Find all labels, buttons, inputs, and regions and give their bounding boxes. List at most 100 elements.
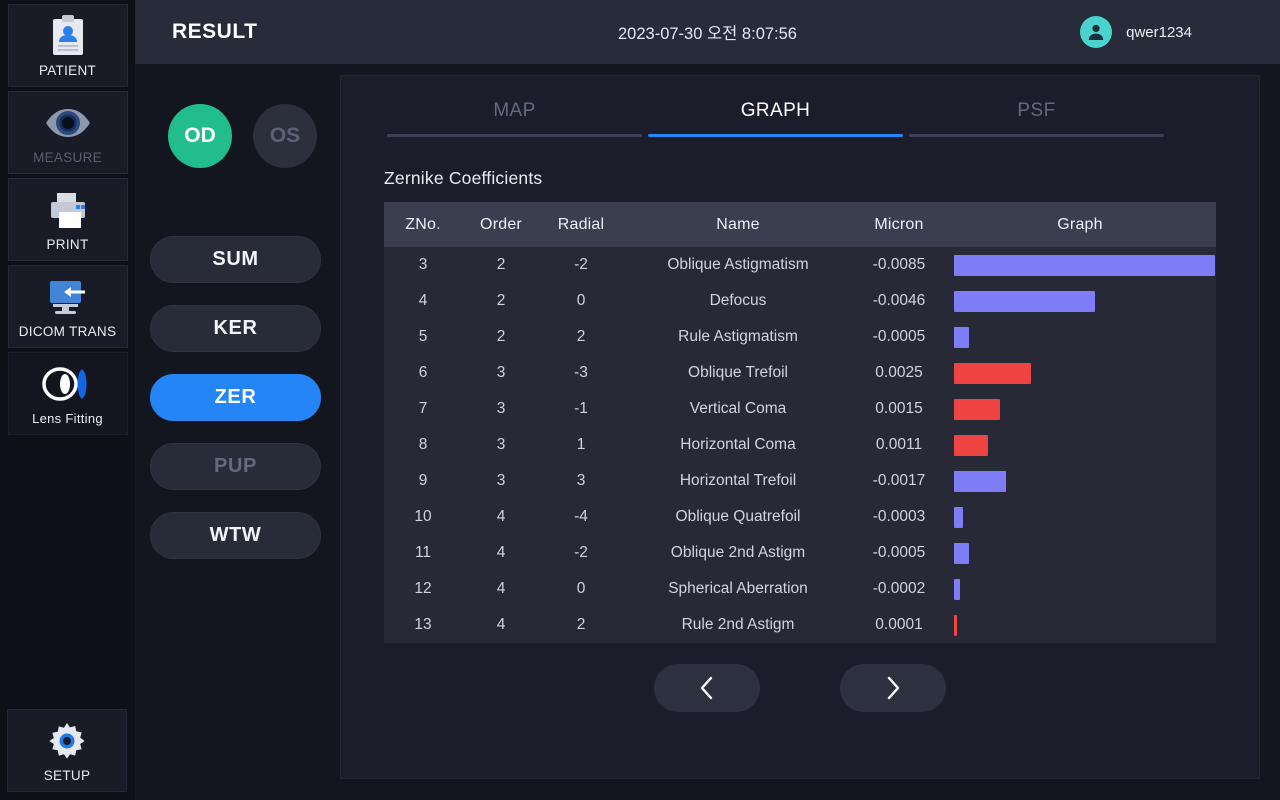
cell-micron: -0.0046	[854, 283, 944, 319]
table-row[interactable]: 8 3 1 Horizontal Coma 0.0011	[384, 427, 1216, 463]
tab-underline	[909, 134, 1164, 137]
cell-radial: 0	[540, 571, 622, 607]
sidebar-item-label: Lens Fitting	[32, 411, 103, 426]
eye-label-os: OS	[269, 124, 301, 147]
sidebar-item-dicom-trans[interactable]: DICOM TRANS	[7, 265, 128, 348]
cell-name: Horizontal Trefoil	[622, 463, 854, 499]
cell-zno: 9	[384, 463, 462, 499]
table-row[interactable]: 5 2 2 Rule Astigmatism -0.0005	[384, 319, 1216, 355]
cell-micron: -0.0005	[854, 319, 944, 355]
avatar	[1080, 16, 1113, 48]
mode-button-wtw[interactable]: WTW	[150, 512, 321, 559]
cell-zno: 7	[384, 391, 462, 427]
sidebar-item-patient[interactable]: PATIENT	[7, 4, 128, 87]
cell-radial: -2	[540, 247, 622, 283]
cell-order: 2	[462, 283, 540, 319]
cell-zno: 8	[384, 427, 462, 463]
eye-button-os[interactable]: OS	[253, 104, 317, 168]
sidebar-item-label: MEASURE	[33, 150, 102, 165]
cell-micron: 0.0001	[854, 607, 944, 643]
cell-graph-bar	[944, 607, 1216, 643]
table-row[interactable]: 3 2 -2 Oblique Astigmatism -0.0085	[384, 247, 1216, 283]
table-row[interactable]: 6 3 -3 Oblique Trefoil 0.0025	[384, 355, 1216, 391]
table-row[interactable]: 7 3 -1 Vertical Coma 0.0015	[384, 391, 1216, 427]
left-control-column: OD OS SUM KER ZER PUP WTW	[135, 64, 340, 800]
cell-name: Vertical Coma	[622, 391, 854, 427]
application-window: PATIENT MEASURE PRINT DICOM TRANS Lens F…	[0, 0, 1280, 800]
tab-graph[interactable]: GRAPH	[645, 100, 906, 137]
cell-order: 4	[462, 607, 540, 643]
sidebar-item-setup[interactable]: SETUP	[7, 709, 127, 792]
cell-micron: 0.0025	[854, 355, 944, 391]
cell-zno: 11	[384, 535, 462, 571]
cell-graph-bar	[944, 283, 1216, 319]
cell-graph-bar	[944, 571, 1216, 607]
mode-button-pup[interactable]: PUP	[150, 443, 321, 490]
cell-graph-bar	[944, 355, 1216, 391]
cell-zno: 4	[384, 283, 462, 319]
column-header-micron: Micron	[854, 202, 944, 247]
cell-radial: 3	[540, 463, 622, 499]
cell-micron: -0.0003	[854, 499, 944, 535]
value-bar	[954, 506, 963, 528]
table-row[interactable]: 9 3 3 Horizontal Trefoil -0.0017	[384, 463, 1216, 499]
cell-radial: -2	[540, 535, 622, 571]
cell-order: 3	[462, 355, 540, 391]
sidebar-item-measure[interactable]: MEASURE	[7, 91, 128, 174]
table-row[interactable]: 11 4 -2 Oblique 2nd Astigm -0.0005	[384, 535, 1216, 571]
monitor-arrow-icon	[45, 275, 91, 319]
pagination-controls	[384, 664, 1216, 712]
cell-zno: 3	[384, 247, 462, 283]
cell-name: Oblique Trefoil	[622, 355, 854, 391]
tab-label: GRAPH	[740, 100, 811, 121]
cell-micron: -0.0002	[854, 571, 944, 607]
cell-order: 4	[462, 535, 540, 571]
cell-order: 2	[462, 319, 540, 355]
sidebar-item-label: SETUP	[43, 768, 91, 783]
eye-label-od: OD	[184, 124, 216, 147]
cell-name: Oblique Quatrefoil	[622, 499, 854, 535]
table-row[interactable]: 12 4 0 Spherical Aberration -0.0002	[384, 571, 1216, 607]
cell-name: Spherical Aberration	[622, 571, 854, 607]
value-bar	[954, 290, 1095, 312]
table-row[interactable]: 4 2 0 Defocus -0.0046	[384, 283, 1216, 319]
cell-micron: -0.0085	[854, 247, 944, 283]
previous-page-button[interactable]	[654, 664, 760, 712]
cell-radial: 2	[540, 607, 622, 643]
clipboard-person-icon	[48, 14, 88, 58]
sidebar-item-print[interactable]: PRINT	[7, 178, 128, 261]
mode-button-ker[interactable]: KER	[150, 305, 321, 352]
contact-lens-icon	[41, 362, 95, 406]
table-row[interactable]: 10 4 -4 Oblique Quatrefoil -0.0003	[384, 499, 1216, 535]
mode-button-zer[interactable]: ZER	[150, 374, 321, 421]
cell-radial: 1	[540, 427, 622, 463]
cell-graph-bar	[944, 391, 1216, 427]
value-bar	[954, 542, 969, 564]
user-account[interactable]: qwer1234	[1080, 16, 1192, 48]
mode-button-group: SUM KER ZER PUP WTW	[135, 236, 340, 559]
table-row[interactable]: 13 4 2 Rule 2nd Astigm 0.0001	[384, 607, 1216, 643]
cell-graph-bar	[944, 535, 1216, 571]
sidebar: PATIENT MEASURE PRINT DICOM TRANS Lens F…	[0, 0, 135, 800]
cell-micron: -0.0017	[854, 463, 944, 499]
value-bar	[954, 326, 969, 348]
tab-psf[interactable]: PSF	[906, 100, 1167, 137]
mode-button-sum[interactable]: SUM	[150, 236, 321, 283]
value-bar	[954, 362, 1031, 384]
cell-name: Oblique 2nd Astigm	[622, 535, 854, 571]
top-bar: RESULT 2023-07-30 오전 8:07:56 qwer1234	[135, 0, 1280, 64]
sidebar-item-lens-fitting[interactable]: Lens Fitting	[7, 352, 128, 435]
cell-order: 4	[462, 499, 540, 535]
next-page-button[interactable]	[840, 664, 946, 712]
cell-graph-bar	[944, 499, 1216, 535]
eye-selector: OD OS	[135, 104, 340, 168]
value-bar	[954, 434, 988, 456]
mode-label: PUP	[214, 455, 257, 477]
sidebar-item-label: DICOM TRANS	[18, 324, 117, 339]
gear-icon	[46, 719, 88, 763]
tab-map[interactable]: MAP	[384, 100, 645, 137]
eye-button-od[interactable]: OD	[168, 104, 232, 168]
cell-radial: -3	[540, 355, 622, 391]
cell-graph-bar	[944, 319, 1216, 355]
chevron-left-icon	[696, 675, 718, 701]
